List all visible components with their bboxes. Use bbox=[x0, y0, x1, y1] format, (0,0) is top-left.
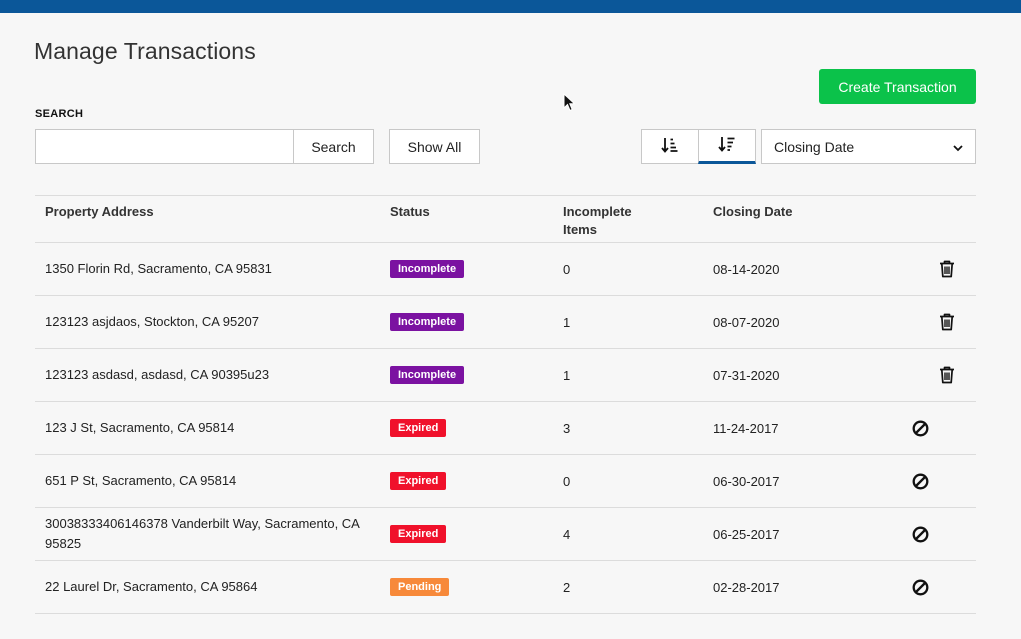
cell-incomplete-items: 1 bbox=[563, 314, 571, 330]
status-badge: Pending bbox=[390, 578, 450, 596]
table-row[interactable]: 123123 asjdaos, Stockton, CA 95207 Incomp… bbox=[35, 296, 976, 349]
cell-action bbox=[912, 508, 929, 560]
status-badge: Expired bbox=[390, 525, 447, 543]
table-row[interactable]: 1350 Florin Rd, Sacramento, CA 95831 Inco… bbox=[35, 243, 976, 296]
column-header-status: Status bbox=[390, 204, 430, 219]
trash-icon[interactable] bbox=[939, 366, 955, 384]
cell-status: Incomplete bbox=[390, 296, 465, 348]
show-all-button[interactable]: Show All bbox=[389, 129, 480, 164]
top-bar bbox=[0, 0, 1021, 13]
status-badge: Expired bbox=[390, 472, 447, 490]
cell-property-address: 123123 asdasd, asdasd, CA 90395u23 bbox=[45, 367, 270, 382]
block-icon[interactable] bbox=[912, 526, 929, 543]
cell-incomplete-items: 1 bbox=[563, 367, 571, 383]
column-header-property-address: Property Address bbox=[45, 204, 154, 219]
table-header: Property Address Status Incomplete Items… bbox=[35, 195, 976, 243]
mouse-cursor-icon bbox=[563, 92, 577, 118]
cell-closing-date: 06-30-2017 bbox=[713, 473, 780, 489]
cell-incomplete-items: 0 bbox=[563, 473, 571, 489]
table-row[interactable]: 22 Laurel Dr, Sacramento, CA 95864 Pendin… bbox=[35, 561, 976, 614]
cell-closing-date: 08-07-2020 bbox=[713, 314, 780, 330]
table-row[interactable]: 123123 asdasd, asdasd, CA 90395u23 Incomp… bbox=[35, 349, 976, 402]
cell-property-address: 22 Laurel Dr, Sacramento, CA 95864 bbox=[45, 579, 258, 594]
cell-closing-date: 07-31-2020 bbox=[713, 367, 780, 383]
cell-status: Incomplete bbox=[390, 349, 465, 401]
sort-ascending-icon bbox=[661, 137, 679, 156]
table-row[interactable]: 30038333406146378 Vanderbilt Way, Sacram… bbox=[35, 508, 976, 561]
cell-property-address: 30038333406146378 Vanderbilt Way, Sacram… bbox=[45, 516, 360, 551]
block-icon[interactable] bbox=[912, 473, 929, 490]
cell-action bbox=[939, 243, 955, 295]
cell-closing-date: 02-28-2017 bbox=[713, 579, 780, 595]
sort-field-value: Closing Date bbox=[774, 138, 855, 155]
search-button[interactable]: Search bbox=[293, 129, 374, 164]
cell-property-address: 123123 asjdaos, Stockton, CA 95207 bbox=[45, 314, 259, 329]
page-title: Manage Transactions bbox=[34, 38, 256, 64]
cell-action bbox=[939, 296, 955, 348]
cell-action bbox=[912, 402, 929, 454]
chevron-down-icon bbox=[953, 139, 963, 155]
cell-status: Expired bbox=[390, 508, 447, 560]
sort-ascending-button[interactable] bbox=[641, 129, 699, 164]
sort-descending-icon bbox=[718, 136, 736, 155]
cell-closing-date: 08-14-2020 bbox=[713, 261, 780, 277]
create-transaction-button[interactable]: Create Transaction bbox=[819, 69, 976, 104]
trash-icon[interactable] bbox=[939, 313, 955, 331]
table-row[interactable]: 651 P St, Sacramento, CA 95814 Expired 0 06… bbox=[35, 455, 976, 508]
block-icon[interactable] bbox=[912, 420, 929, 437]
status-badge: Incomplete bbox=[390, 260, 465, 278]
table-row[interactable]: 123 J St, Sacramento, CA 95814 Expired 3 11… bbox=[35, 402, 976, 455]
cell-property-address: 123 J St, Sacramento, CA 95814 bbox=[45, 420, 235, 435]
status-badge: Incomplete bbox=[390, 366, 465, 384]
cell-incomplete-items: 0 bbox=[563, 261, 571, 277]
cell-action bbox=[939, 349, 955, 401]
search-input[interactable] bbox=[35, 129, 294, 164]
table-body: 1350 Florin Rd, Sacramento, CA 95831 Inco… bbox=[35, 243, 976, 614]
trash-icon[interactable] bbox=[939, 260, 955, 278]
cell-closing-date: 11-24-2017 bbox=[713, 420, 779, 436]
cell-status: Expired bbox=[390, 455, 447, 507]
cell-closing-date: 06-25-2017 bbox=[713, 526, 780, 542]
cell-property-address: 1350 Florin Rd, Sacramento, CA 95831 bbox=[45, 261, 272, 276]
search-label: SEARCH bbox=[35, 108, 84, 120]
column-header-incomplete-items: Incomplete Items bbox=[563, 204, 632, 237]
cell-status: Incomplete bbox=[390, 243, 465, 295]
column-header-closing-date: Closing Date bbox=[713, 204, 793, 219]
cell-incomplete-items: 4 bbox=[563, 526, 571, 542]
sort-descending-button[interactable] bbox=[698, 129, 756, 164]
cell-property-address: 651 P St, Sacramento, CA 95814 bbox=[45, 473, 237, 488]
cell-action bbox=[912, 561, 929, 613]
transactions-table: Property Address Status Incomplete Items… bbox=[35, 195, 976, 614]
status-badge: Expired bbox=[390, 419, 447, 437]
cell-action bbox=[912, 455, 929, 507]
cell-status: Expired bbox=[390, 402, 447, 454]
cell-incomplete-items: 2 bbox=[563, 579, 571, 595]
block-icon[interactable] bbox=[912, 579, 929, 596]
sort-field-select[interactable]: Closing Date bbox=[761, 129, 976, 164]
cell-incomplete-items: 3 bbox=[563, 420, 571, 436]
status-badge: Incomplete bbox=[390, 313, 465, 331]
cell-status: Pending bbox=[390, 561, 450, 613]
